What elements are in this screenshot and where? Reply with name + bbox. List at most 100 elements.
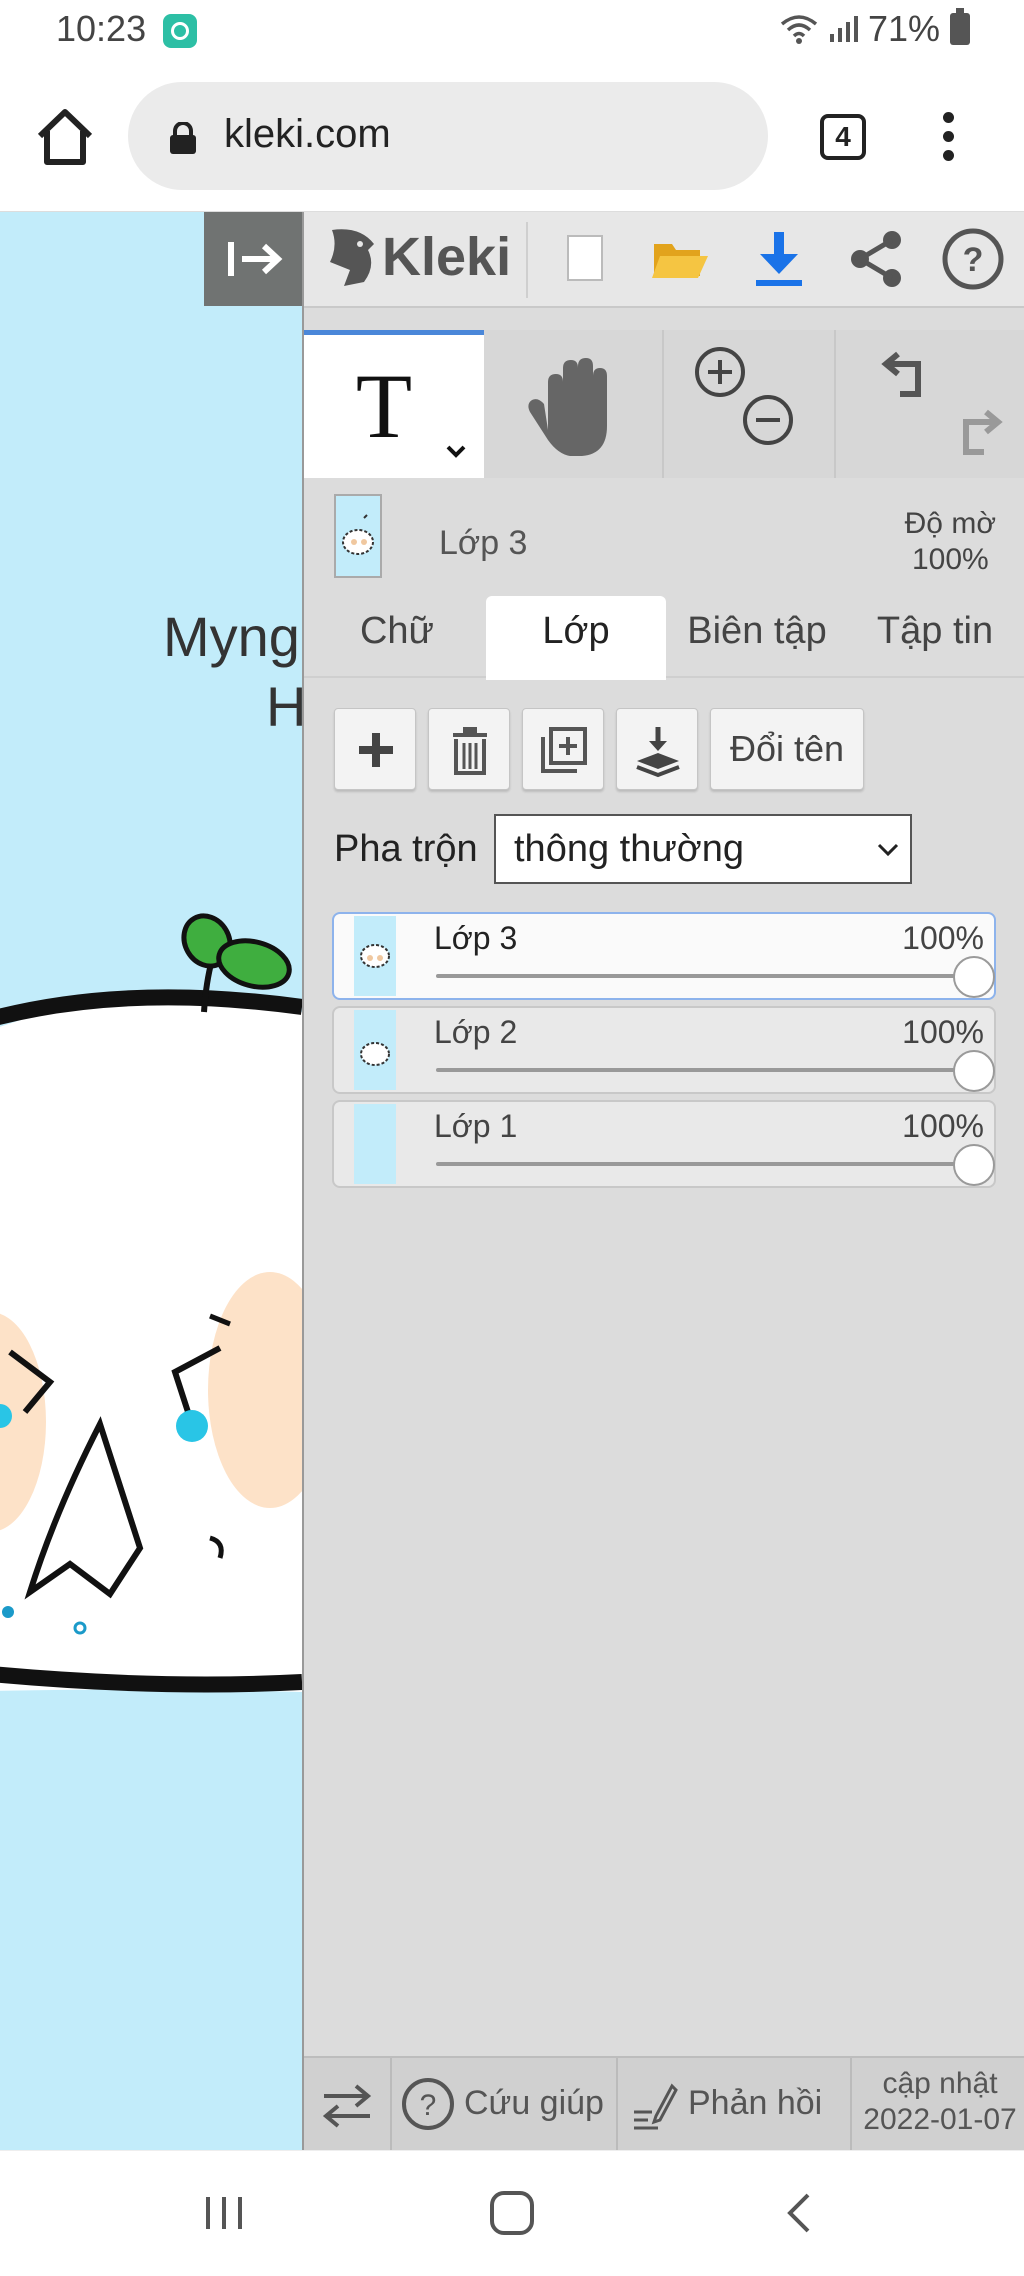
layer-opacity-slider[interactable] [436,1162,976,1166]
hand-tool-button[interactable] [486,330,664,478]
duplicate-icon [541,727,587,773]
panel-footer: ? Cứu giúp Phản hồi cập nhật 2022-01-07 [304,2056,1024,2152]
help-label: Cứu giúp [464,2084,604,2122]
current-layer-info: Lớp 3 Độ mờ 100% [304,484,1024,588]
open-folder-icon[interactable] [646,226,712,292]
wifi-icon [780,15,818,44]
svg-text:?: ? [963,241,984,279]
feedback-label: Phản hồi [688,2084,823,2122]
tab-layers[interactable]: Lớp [486,596,666,680]
svg-text:T: T [356,355,412,457]
divider [526,222,528,298]
layer-opacity-slider[interactable] [436,1068,976,1072]
app-logo-text: Kleki [382,227,512,287]
layer-name: Lớp 1 [434,1108,518,1144]
layer-thumbnail [354,1104,396,1184]
layer-opacity-knob[interactable] [953,1144,995,1186]
trash-icon [453,727,487,775]
zoom-controls [666,330,836,478]
browser-menu-icon[interactable] [940,112,956,166]
swap-side-button[interactable] [304,2058,392,2152]
url-bar[interactable]: kleki.com [128,82,768,190]
drawing-canvas[interactable]: Myng H [0,212,302,2150]
help-button[interactable]: ? Cứu giúp [392,2058,618,2152]
home-nav-icon[interactable] [482,2183,542,2243]
app-notification-icon [163,14,197,48]
layer-thumbnail-drawing [360,944,390,968]
blend-mode-label: Pha trộn [334,828,478,870]
tab-text[interactable]: Chữ [324,596,470,680]
merge-down-icon [636,727,680,778]
layer-row[interactable]: Lớp 3 100% [332,912,996,1000]
layer-thumbnail-drawing [342,514,374,555]
update-label: cập nhật [882,2067,998,2100]
update-date: 2022-01-07 [863,2103,1017,2136]
layer-thumbnail [354,916,396,996]
history-controls [838,330,1024,478]
side-panel: Kleki ? T Lớp 3 Độ mờ 100% Chữ Lớp Biên … [302,212,1024,2152]
layer-opacity: 100% [902,1014,984,1050]
battery-percent: 71% [867,8,940,49]
duplicate-layer-button[interactable] [522,708,604,790]
kleki-logo[interactable]: Kleki [324,226,511,288]
opacity-display[interactable]: Độ mờ 100% [905,506,996,578]
app-header: Kleki ? [304,212,1024,308]
update-info[interactable]: cập nhật 2022-01-07 [854,2066,1024,2138]
delete-layer-button[interactable] [428,708,510,790]
layer-opacity-knob[interactable] [953,956,995,998]
layer-row[interactable]: Lớp 2 100% [332,1006,996,1094]
opacity-value: 100% [911,543,989,576]
help-icon[interactable]: ? [940,226,1006,292]
back-icon[interactable] [770,2183,830,2243]
layer-opacity: 100% [902,920,984,956]
canvas-drawing [0,913,302,1693]
redo-icon[interactable] [942,404,1006,468]
status-right: 71% [780,8,970,50]
browser-toolbar: kleki.com 4 [0,62,1024,212]
layer-name: Lớp 3 [434,920,518,956]
share-icon[interactable] [844,226,910,292]
recent-apps-icon[interactable] [194,2183,254,2243]
text-tool-icon: T [356,355,466,458]
feedback-pen-icon [634,2083,678,2130]
tab-edit[interactable]: Biên tập [670,596,844,680]
download-icon[interactable] [746,226,812,292]
svg-text:?: ? [420,2089,437,2122]
panel-tabs: Chữ Lớp Biên tập Tập tin [304,584,1024,680]
hand-icon [528,358,607,456]
plus-icon [359,733,393,767]
layer-opacity-slider[interactable] [436,974,976,978]
text-tool-button[interactable]: T [304,330,484,478]
swap-arrows-icon [322,2084,372,2128]
kleki-logo-icon [330,229,374,286]
status-bar: 10:23 71% [0,0,1024,62]
help-circle-icon: ? [402,2078,454,2130]
system-navigation-bar [0,2150,1024,2276]
zoom-out-icon[interactable] [738,390,798,450]
feedback-button[interactable]: Phản hồi [618,2058,852,2152]
add-layer-button[interactable] [334,708,416,790]
layer-thumbnail [354,1010,396,1090]
url-text[interactable]: kleki.com [224,112,391,157]
blend-mode-value: thông thường [514,828,744,870]
rename-layer-button[interactable]: Đổi tên [710,708,864,790]
signal-icon [829,16,858,42]
merge-down-button[interactable] [616,708,698,790]
tab-file[interactable]: Tập tin [850,596,1020,680]
current-layer-name: Lớp 3 [439,524,528,562]
new-image-icon[interactable] [550,226,616,292]
layer-opacity-knob[interactable] [953,1050,995,1092]
undo-icon[interactable] [878,346,942,410]
layer-name: Lớp 2 [434,1014,518,1050]
home-icon[interactable] [32,104,98,170]
tool-row: T [304,330,1024,478]
layer-row[interactable]: Lớp 1 100% [332,1100,996,1188]
tab-switcher-button[interactable]: 4 [820,114,866,160]
blend-mode-select[interactable]: thông thường [494,814,912,884]
lock-icon [170,122,196,154]
layer-opacity: 100% [902,1108,984,1144]
layer-thumbnail-drawing [360,1042,390,1066]
current-layer-thumbnail [334,494,382,578]
status-time: 10:23 [56,8,147,49]
battery-icon [950,8,970,45]
